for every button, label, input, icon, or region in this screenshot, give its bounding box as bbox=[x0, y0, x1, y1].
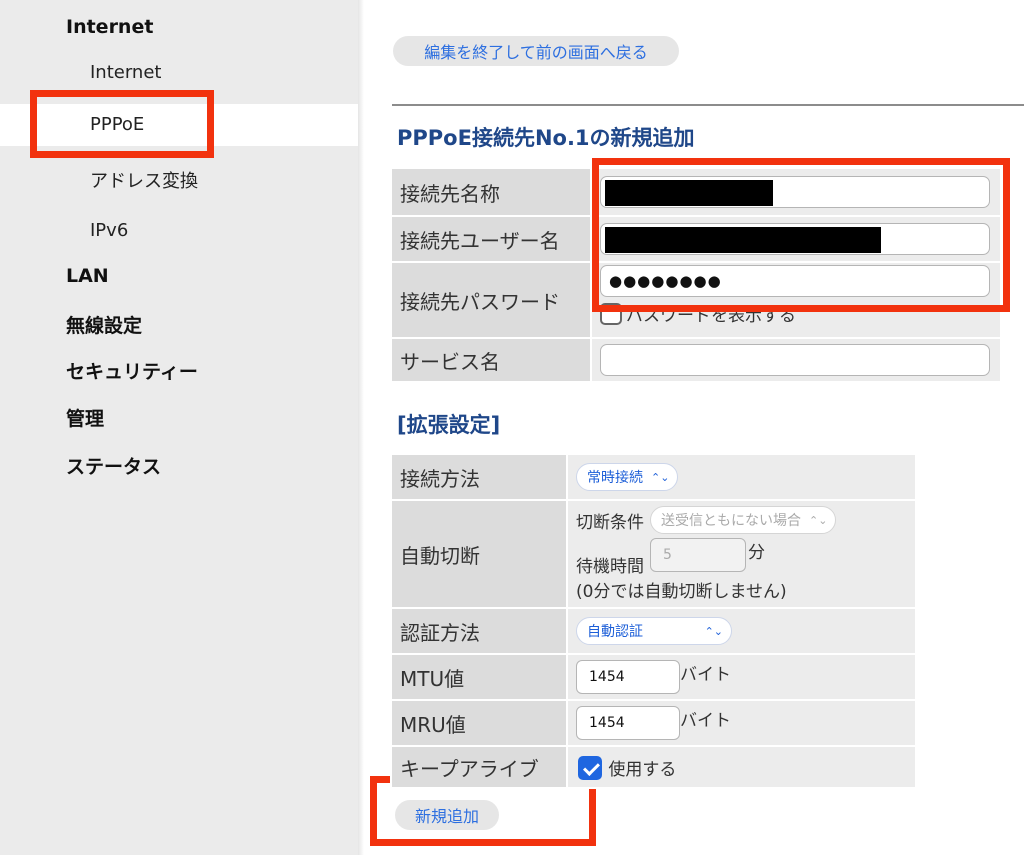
connect-method-value: 常時接続 bbox=[587, 470, 643, 486]
highlight-box-pppoe bbox=[30, 90, 214, 158]
add-new-button[interactable]: 新規追加 bbox=[395, 800, 499, 830]
mtu-input[interactable]: 1454 bbox=[576, 660, 680, 694]
sidebar-item-internet[interactable]: Internet bbox=[90, 62, 161, 83]
sidebar-section-security[interactable]: セキュリティー bbox=[66, 357, 198, 384]
user-name-label: 接続先ユーザー名 bbox=[392, 217, 590, 261]
mru-input[interactable]: 1454 bbox=[576, 706, 680, 740]
connection-name-label: 接続先名称 bbox=[392, 169, 590, 215]
mtu-label: MTU値 bbox=[392, 655, 566, 699]
service-name-label: サービス名 bbox=[392, 339, 590, 381]
wait-time-input[interactable]: 5 bbox=[650, 538, 746, 572]
sidebar-section-internet[interactable]: Internet bbox=[66, 16, 153, 38]
sidebar-item-ipv6[interactable]: IPv6 bbox=[90, 220, 128, 241]
cut-condition-label: 切断条件 bbox=[576, 512, 644, 533]
sidebar-section-management[interactable]: 管理 bbox=[66, 404, 104, 431]
connect-method-label: 接続方法 bbox=[392, 455, 566, 499]
service-name-input[interactable] bbox=[600, 344, 990, 376]
sidebar-section-status[interactable]: ステータス bbox=[66, 452, 161, 479]
wait-time-label: 待機時間 bbox=[576, 557, 644, 577]
keepalive-use-label: 使用する bbox=[608, 760, 677, 780]
mtu-unit: バイト bbox=[680, 665, 731, 685]
chevron-updown-icon: ⌃⌄ bbox=[809, 513, 828, 527]
keepalive-label: キープアライブ bbox=[392, 747, 566, 787]
auth-method-value: 自動認証 bbox=[587, 624, 643, 640]
wait-time-note: (0分では自動切断しません) bbox=[576, 582, 787, 602]
back-button[interactable]: 編集を終了して前の画面へ戻る bbox=[393, 36, 679, 66]
sidebar-section-lan[interactable]: LAN bbox=[66, 265, 109, 287]
keepalive-checkbox[interactable] bbox=[578, 755, 602, 780]
page-title: PPPoE接続先No.1の新規追加 bbox=[397, 126, 695, 150]
sidebar-item-address-translation[interactable]: アドレス変換 bbox=[90, 167, 198, 193]
auth-method-select[interactable]: 自動認証 ⌃⌄ bbox=[576, 617, 732, 645]
extended-settings-table: 接続方法 常時接続 ⌃⌄ 自動切断 切断条件 送受信ともにない場合 ⌃⌄ 待機時… bbox=[390, 453, 917, 789]
mru-unit: バイト bbox=[680, 711, 731, 731]
auto-disconnect-label: 自動切断 bbox=[392, 501, 566, 607]
chevron-updown-icon: ⌃⌄ bbox=[704, 624, 723, 638]
highlight-box-credentials bbox=[592, 158, 1010, 312]
wait-time-unit: 分 bbox=[748, 543, 765, 563]
auth-method-label: 認証方法 bbox=[392, 609, 566, 653]
cut-condition-value: 送受信ともにない場合 bbox=[661, 513, 801, 529]
chevron-updown-icon: ⌃⌄ bbox=[651, 470, 670, 484]
sidebar-shadow bbox=[358, 0, 364, 855]
divider bbox=[392, 104, 1024, 106]
mru-label: MRU値 bbox=[392, 701, 566, 745]
password-label: 接続先パスワード bbox=[392, 263, 590, 337]
sidebar-section-wireless[interactable]: 無線設定 bbox=[66, 311, 142, 338]
extended-settings-title: [拡張設定] bbox=[397, 413, 501, 437]
connect-method-select[interactable]: 常時接続 ⌃⌄ bbox=[576, 463, 679, 491]
cut-condition-select[interactable]: 送受信ともにない場合 ⌃⌄ bbox=[650, 506, 837, 534]
